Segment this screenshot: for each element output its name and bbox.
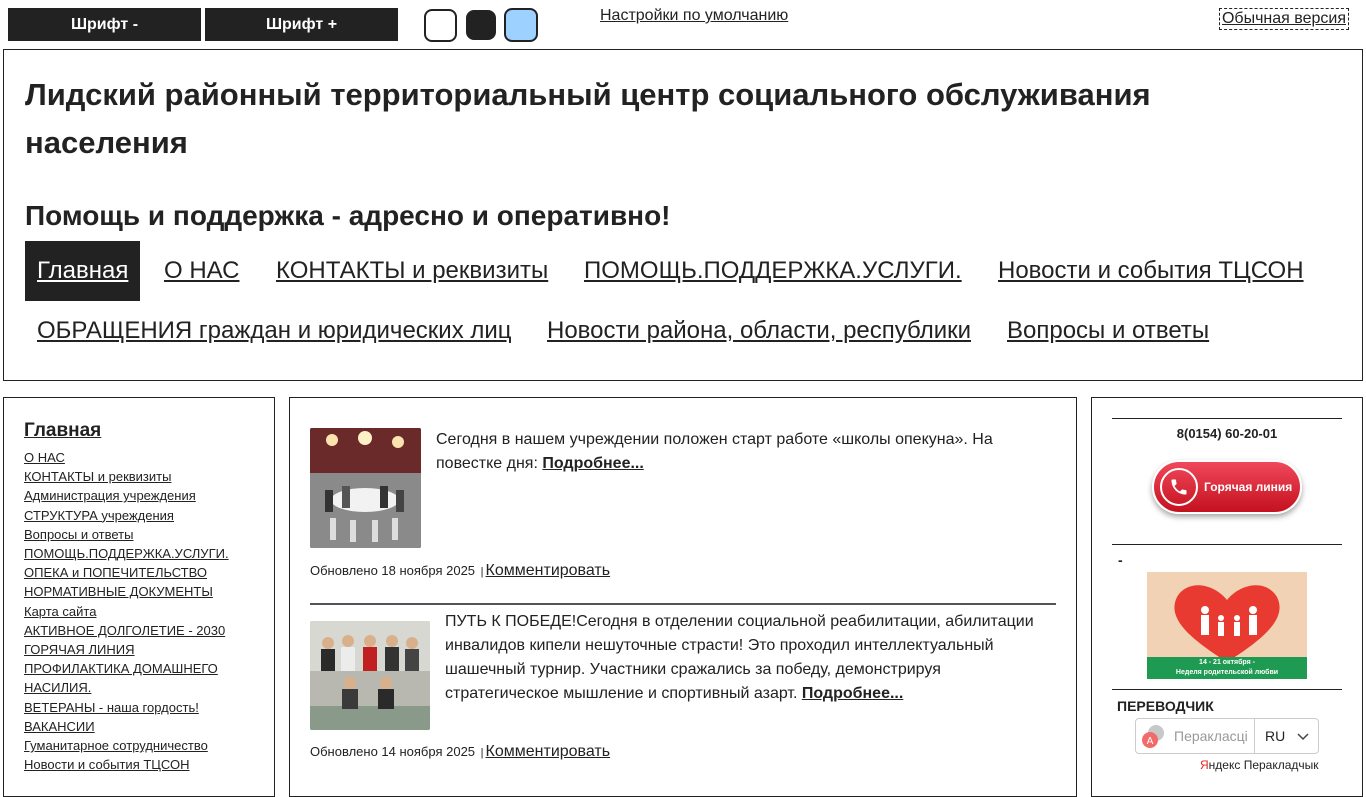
nav-item-region-news[interactable]: Новости района, области, республики [535, 301, 983, 361]
news-thumbnail[interactable] [310, 621, 430, 730]
read-more-link[interactable]: Подробнее... [542, 455, 643, 472]
sidebar-item-news-tcson[interactable]: Новости и события ТЦСОН [24, 755, 259, 774]
news-feed: Сегодня в нашем учреждении положен старт… [289, 397, 1077, 797]
language-select[interactable]: RU [1254, 719, 1318, 753]
nav-item-appeals[interactable]: ОБРАЩЕНИЯ граждан и юридических лиц [25, 301, 524, 361]
sidebar-item-hotline[interactable]: ГОРЯЧАЯ ЛИНИЯ [24, 640, 259, 659]
comment-link[interactable]: Комментировать [486, 562, 611, 579]
hotline-button[interactable]: Горячая линия [1152, 460, 1302, 514]
sidebar-item-faq[interactable]: Вопросы и ответы [24, 525, 259, 544]
banner-caption-title: Неделя родительской любви [1175, 669, 1279, 676]
divider [1112, 544, 1342, 545]
site-title: Лидский районный территориальный центр с… [25, 77, 1151, 160]
sidebar-item-about[interactable]: О НАС [24, 448, 259, 467]
news-text-body: ПУТЬ К ПОБЕДЕ!Сегодня в отделении социал… [445, 613, 1034, 702]
site-slogan: Помощь и поддержка - адресно и оперативн… [25, 200, 671, 231]
yandex-logo-letter: Я [1200, 758, 1209, 772]
reset-settings-link[interactable]: Настройки по умолчанию [600, 7, 788, 25]
sidebar-item-active-longevity[interactable]: АКТИВНОЕ ДОЛГОЛЕТИЕ - 2030 [24, 621, 259, 640]
nav-item-faq[interactable]: Вопросы и ответы [995, 301, 1221, 361]
translate-icon: A [1142, 725, 1164, 748]
news-updated-date: Обновлено 18 ноября 2025 [310, 563, 476, 578]
comment-link[interactable]: Комментировать [486, 743, 611, 760]
news-item: Сегодня в нашем учреждении положен старт… [310, 428, 1056, 598]
meta-separator: | [480, 566, 484, 578]
nav-item-help[interactable]: ПОМОЩЬ.ПОДДЕРЖКА.УСЛУГИ. [572, 241, 974, 301]
sidebar-title-home[interactable]: Главная [24, 420, 101, 442]
news-text-body: Сегодня в нашем учреждении положен старт… [436, 431, 993, 472]
sidebar-item-vacancies[interactable]: ВАКАНСИИ [24, 717, 259, 736]
hotline-label: Горячая линия [1204, 480, 1293, 494]
sidebar-menu: О НАС КОНТАКТЫ и реквизиты Администрация… [24, 448, 259, 774]
section-dash: - [1118, 552, 1123, 568]
news-meta: Обновлено 14 ноября 2025 | Комментировать [310, 743, 610, 761]
yandex-credit-text: ндекс Перакладчык [1208, 758, 1319, 772]
right-sidebar: 8(0154) 60-20-01 Горячая линия - 14 - 21… [1091, 397, 1363, 797]
sidebar-item-guardianship[interactable]: ОПЕКА и ПОПЕЧИТЕЛЬСТВО [24, 563, 259, 582]
news-meta: Обновлено 18 ноября 2025 | Комментировать [310, 562, 610, 580]
sidebar-item-veterans[interactable]: ВЕТЕРАНЫ - наша гордость! [24, 698, 259, 717]
news-text: Сегодня в нашем учреждении положен старт… [436, 428, 1036, 476]
nav-item-about[interactable]: О НАС [152, 241, 251, 301]
news-divider [310, 603, 1056, 605]
nav-item-home[interactable]: Главная [25, 241, 141, 301]
svg-text:A: A [1147, 736, 1154, 747]
news-item: ПУТЬ К ПОБЕДЕ!Сегодня в отделении социал… [310, 613, 1056, 781]
divider [1112, 418, 1342, 419]
sidebar-item-violence-prevention[interactable]: ПРОФИЛАКТИКА ДОМАШНЕГО НАСИЛИЯ. [24, 659, 259, 697]
nav-item-contacts[interactable]: КОНТАКТЫ и реквизиты [264, 241, 560, 301]
language-value: RU [1265, 728, 1286, 744]
nav-item-news-tcson[interactable]: Новости и события ТЦСОН [986, 241, 1316, 301]
news-photo-image [310, 428, 421, 548]
divider [1112, 689, 1342, 690]
theme-white-swatch[interactable] [424, 9, 457, 42]
phone-icon [1160, 468, 1198, 506]
parental-love-banner[interactable]: 14 - 21 октября - Неделя родительской лю… [1147, 572, 1307, 679]
font-decrease-button[interactable]: Шрифт - [8, 8, 201, 41]
news-updated-date: Обновлено 14 ноября 2025 [310, 744, 476, 759]
news-photo-image [310, 621, 430, 730]
phone-number: 8(0154) 60-20-01 [1176, 426, 1278, 441]
read-more-link[interactable]: Подробнее... [802, 685, 903, 702]
sidebar: Главная О НАС КОНТАКТЫ и реквизиты Админ… [3, 397, 275, 797]
font-increase-button[interactable]: Шрифт + [205, 8, 398, 41]
translator-title: ПЕРЕВОДЧИК [1117, 698, 1214, 714]
site-header: Лидский районный территориальный центр с… [3, 49, 1363, 381]
sidebar-item-sitemap[interactable]: Карта сайта [24, 602, 259, 621]
sidebar-item-structure[interactable]: СТРУКТУРА учреждения [24, 506, 259, 525]
translate-label: Перакласці [1174, 728, 1248, 744]
accessibility-toolbar: Шрифт - Шрифт + Настройки по умолчанию О… [0, 0, 1366, 46]
news-text: ПУТЬ К ПОБЕДЕ!Сегодня в отделении социал… [445, 610, 1045, 706]
banner-caption: 14 - 21 октября - Неделя родительской лю… [1147, 657, 1307, 679]
theme-blue-swatch[interactable] [504, 8, 538, 42]
sidebar-item-help[interactable]: ПОМОЩЬ.ПОДДЕРЖКА.УСЛУГИ. [24, 544, 259, 563]
sidebar-item-administration[interactable]: Администрация учреждения [24, 486, 259, 505]
news-thumbnail[interactable] [310, 428, 421, 548]
banner-caption-dates: 14 - 21 октября - [1199, 659, 1255, 666]
theme-black-swatch[interactable] [466, 10, 496, 40]
sidebar-item-humanitarian[interactable]: Гуманитарное сотрудничество [24, 736, 259, 755]
sidebar-item-contacts[interactable]: КОНТАКТЫ и реквизиты [24, 467, 259, 486]
translator-widget[interactable]: A Перакласці RU [1135, 718, 1319, 754]
normal-version-link[interactable]: Обычная версия [1218, 8, 1349, 30]
sidebar-item-documents[interactable]: НОРМАТИВНЫЕ ДОКУМЕНТЫ [24, 582, 259, 601]
meta-separator: | [480, 747, 484, 759]
chevron-down-icon [1297, 733, 1309, 741]
yandex-translator-credit[interactable]: Яндекс Перакладчык [1200, 758, 1319, 772]
